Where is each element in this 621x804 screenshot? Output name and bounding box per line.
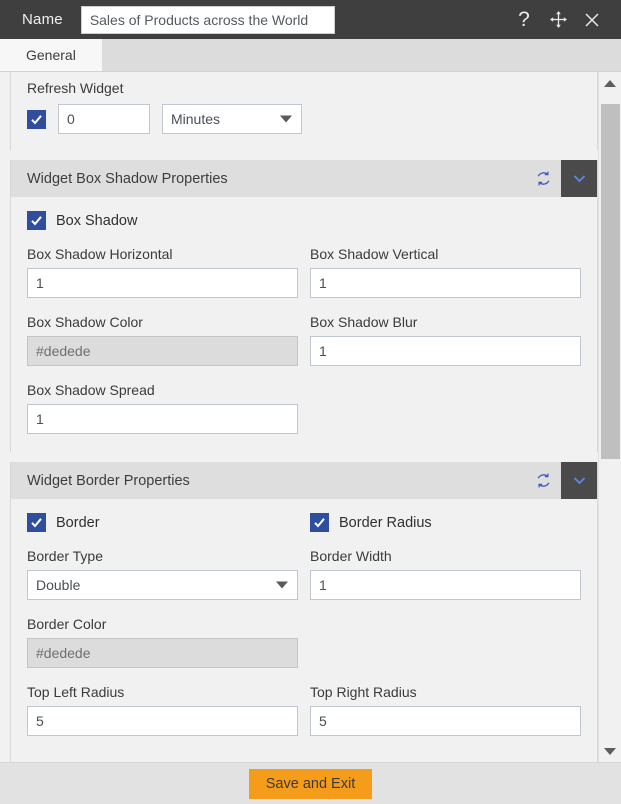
border-color-row: Border Color (27, 616, 581, 668)
refresh-icon[interactable] (525, 462, 561, 499)
refresh-unit-select-value[interactable]: Minutes (162, 104, 302, 134)
top-left-radius-input[interactable] (27, 706, 298, 736)
box-shadow-blur-field: Box Shadow Blur (310, 314, 581, 366)
box-shadow-vertical-label: Box Shadow Vertical (310, 246, 439, 262)
tab-general[interactable]: General (0, 39, 102, 71)
help-icon[interactable]: ? (513, 9, 535, 31)
box-shadow-spread-row: Box Shadow Spread (27, 382, 581, 434)
refresh-widget-controls: Minutes (27, 104, 581, 134)
dialog-footer: Save and Exit (0, 762, 621, 804)
border-panel-actions (525, 462, 597, 499)
refresh-unit-select[interactable]: Minutes (162, 104, 302, 134)
tab-strip: General (0, 39, 621, 72)
border-toggles-row: Border Border Radius (27, 513, 581, 532)
dialog-titlebar: Name ? (0, 0, 621, 39)
vertical-scrollbar[interactable] (598, 72, 621, 762)
box-shadow-offsets-row: Box Shadow Horizontal Box Shadow Vertica… (27, 246, 581, 298)
box-shadow-panel: Widget Box Shadow Properties Box Shadow … (10, 160, 598, 452)
settings-scroll-area: Refresh Widget Minutes (0, 72, 598, 762)
scroll-up-arrow-icon[interactable] (599, 72, 621, 94)
top-right-radius-field: Top Right Radius (310, 684, 581, 736)
border-panel-body: Border Border Radius Border Type Double … (11, 499, 597, 762)
border-width-field: Border Width (310, 548, 581, 600)
box-shadow-panel-body: Box Shadow Box Shadow Horizontal Box Sha… (11, 197, 597, 452)
widget-name-input[interactable] (80, 5, 335, 34)
tab-general-label: General (26, 47, 76, 63)
top-right-radius-label: Top Right Radius (310, 684, 417, 700)
top-right-radius-input[interactable] (310, 706, 581, 736)
box-shadow-color-blur-row: Box Shadow Color Box Shadow Blur (27, 314, 581, 366)
box-shadow-color-input (27, 336, 298, 366)
border-color-field: Border Color (27, 616, 298, 668)
name-label: Name (22, 11, 63, 28)
box-shadow-spread-input[interactable] (27, 404, 298, 434)
refresh-widget-checkbox[interactable] (27, 109, 46, 129)
box-shadow-spread-label: Box Shadow Spread (27, 382, 155, 398)
border-toggle-row: Border (27, 513, 298, 532)
box-shadow-checkbox[interactable] (27, 211, 46, 230)
move-arrows-icon[interactable] (547, 9, 569, 31)
border-radius-toggle-label: Border Radius (339, 514, 432, 531)
border-color-label: Border Color (27, 616, 107, 632)
border-panel: Widget Border Properties Border Border R… (10, 462, 598, 762)
refresh-icon[interactable] (525, 160, 561, 197)
border-radius-row: Top Left Radius Top Right Radius (27, 684, 581, 736)
border-collapse-button[interactable] (561, 462, 597, 499)
dialog-body: Refresh Widget Minutes (0, 72, 621, 762)
save-and-exit-button[interactable]: Save and Exit (248, 768, 373, 799)
refresh-widget-section: Refresh Widget Minutes (10, 72, 598, 150)
border-checkbox[interactable] (27, 513, 46, 532)
close-icon[interactable] (581, 9, 603, 31)
top-left-radius-field: Top Left Radius (27, 684, 298, 736)
box-shadow-horizontal-label: Box Shadow Horizontal (27, 246, 173, 262)
border-width-input[interactable] (310, 570, 581, 600)
box-shadow-blur-label: Box Shadow Blur (310, 314, 418, 330)
border-width-label: Border Width (310, 548, 392, 564)
box-shadow-vertical-input[interactable] (310, 268, 581, 298)
border-toggle-label: Border (56, 514, 100, 531)
border-panel-header: Widget Border Properties (11, 462, 597, 499)
box-shadow-color-field: Box Shadow Color (27, 314, 298, 366)
box-shadow-spread-field: Box Shadow Spread (27, 382, 298, 434)
border-radius-checkbox[interactable] (310, 513, 329, 532)
box-shadow-horizontal-field: Box Shadow Horizontal (27, 246, 298, 298)
box-shadow-horizontal-input[interactable] (27, 268, 298, 298)
top-left-radius-label: Top Left Radius (27, 684, 125, 700)
refresh-interval-input[interactable] (58, 104, 150, 134)
box-shadow-toggle-row: Box Shadow (27, 211, 581, 230)
refresh-widget-label: Refresh Widget (27, 80, 124, 96)
widget-properties-dialog: Name ? (0, 0, 621, 804)
scrollbar-track[interactable] (598, 94, 621, 740)
border-panel-title: Widget Border Properties (27, 472, 190, 489)
border-type-label: Border Type (27, 548, 104, 564)
border-type-select-value[interactable]: Double (27, 570, 298, 600)
border-type-width-row: Border Type Double Border Width (27, 548, 581, 600)
box-shadow-panel-header: Widget Box Shadow Properties (11, 160, 597, 197)
box-shadow-toggle-label: Box Shadow (56, 212, 138, 229)
box-shadow-panel-title: Widget Box Shadow Properties (27, 170, 228, 187)
box-shadow-blur-input[interactable] (310, 336, 581, 366)
box-shadow-panel-actions (525, 160, 597, 197)
box-shadow-collapse-button[interactable] (561, 160, 597, 197)
border-type-field: Border Type Double (27, 548, 298, 600)
scrollbar-thumb[interactable] (600, 104, 620, 459)
border-type-select[interactable]: Double (27, 570, 298, 600)
border-color-input (27, 638, 298, 668)
titlebar-actions: ? (513, 9, 607, 31)
scroll-down-arrow-icon[interactable] (599, 740, 621, 762)
settings-content: Refresh Widget Minutes (10, 72, 598, 762)
box-shadow-vertical-field: Box Shadow Vertical (310, 246, 581, 298)
border-radius-toggle-row: Border Radius (310, 513, 581, 532)
box-shadow-color-label: Box Shadow Color (27, 314, 143, 330)
